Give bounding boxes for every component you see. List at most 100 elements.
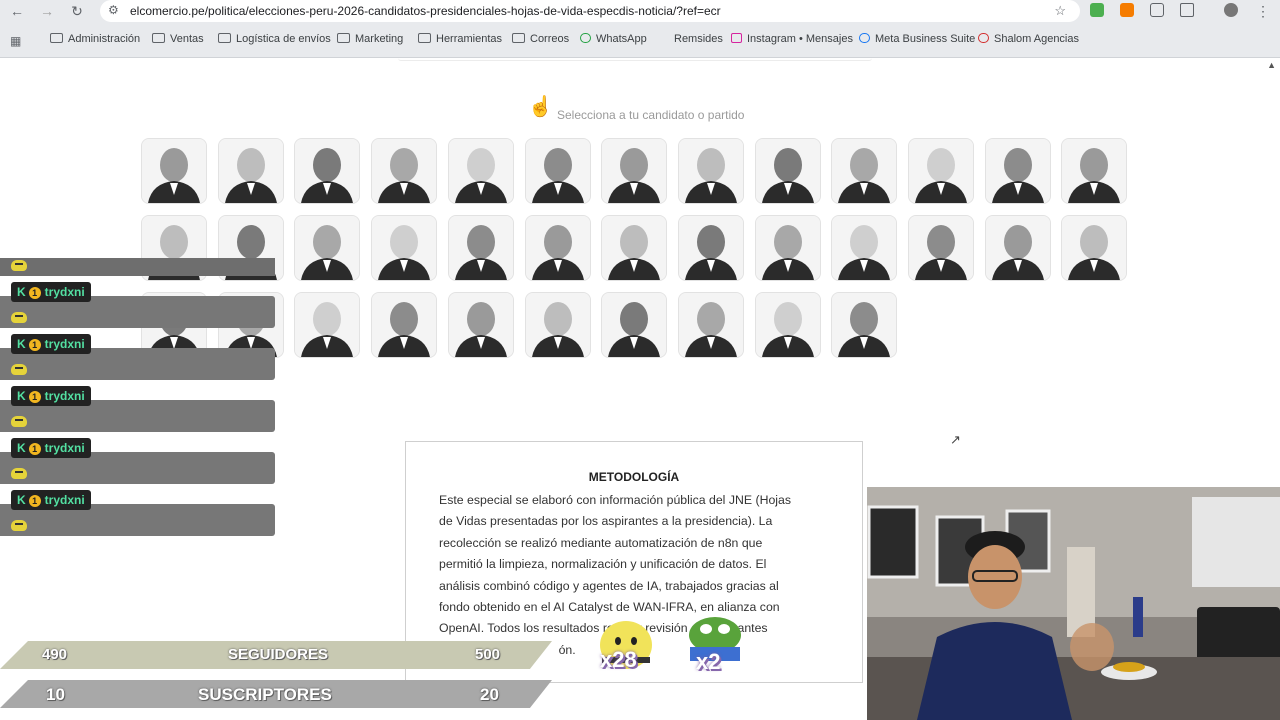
candidate-portrait (909, 216, 973, 280)
candidate-photo[interactable] (448, 138, 514, 204)
bookmark-meta[interactable]: Meta Business Suite (859, 33, 975, 45)
methodology-line: Este especial se elaboró con información… (439, 493, 792, 507)
extensions-puzzle-icon[interactable] (1150, 3, 1164, 17)
candidate-photo[interactable] (678, 292, 744, 358)
bookmark-shalom[interactable]: Shalom Agencias (978, 33, 1079, 45)
select-prompt-text: Selecciona a tu candidato o partido (557, 108, 745, 122)
candidate-photo[interactable] (448, 292, 514, 358)
candidate-photo[interactable] (678, 215, 744, 281)
bookmark-herramientas[interactable]: Herramientas (418, 33, 502, 45)
chat-username-badge: K 1 trydxni (11, 438, 91, 458)
candidate-photo[interactable] (755, 138, 821, 204)
candidate-photo[interactable] (908, 138, 974, 204)
scroll-up-arrow-icon[interactable]: ▲ (1267, 60, 1276, 70)
menu-icon[interactable]: ⋮ (1254, 2, 1272, 20)
candidate-photo[interactable] (525, 138, 591, 204)
candidate-photo[interactable] (294, 215, 360, 281)
candidate-portrait (295, 216, 359, 280)
bookmark-label: Meta Business Suite (875, 33, 976, 45)
page-content: ▲ ☝ Selecciona a tu candidato o partido … (0, 58, 1280, 720)
bookmark-correos[interactable]: Correos (512, 33, 569, 45)
bookmark-administracion[interactable]: Administración (50, 33, 140, 45)
bookmark-ventas[interactable]: Ventas (152, 33, 204, 45)
folder-icon (152, 33, 165, 43)
methodology-line: análisis combinó código y agentes de IA,… (439, 578, 779, 593)
bookmark-marketing[interactable]: Marketing (337, 33, 403, 45)
candidate-photo[interactable] (294, 292, 360, 358)
bookmark-label: WhatsApp (596, 33, 647, 45)
candidate-photo[interactable] (831, 138, 897, 204)
candidate-photo[interactable] (755, 215, 821, 281)
candidate-photo[interactable] (1061, 215, 1127, 281)
candidate-portrait (526, 216, 590, 280)
instagram-icon (731, 33, 742, 43)
candidate-photo[interactable] (678, 138, 744, 204)
candidate-photo[interactable] (755, 292, 821, 358)
candidate-portrait (449, 293, 513, 357)
chat-username: trydxni (44, 493, 85, 507)
bookmark-label: Logística de envíos (236, 33, 331, 45)
candidate-photo[interactable] (525, 215, 591, 281)
badge-coin-icon: 1 (28, 495, 41, 507)
bookmark-logistica[interactable]: Logística de envíos (218, 33, 331, 45)
emote-icon (11, 260, 27, 271)
hand-pointer-icon: ☝ (528, 96, 553, 118)
bookmark-whatsapp[interactable]: WhatsApp (580, 33, 647, 45)
candidate-photo[interactable] (371, 138, 437, 204)
site-info-icon[interactable]: ⚙ (108, 3, 119, 17)
bookmark-remsides[interactable]: Remsides (658, 33, 723, 45)
emote-icon (11, 520, 27, 531)
candidate-photo[interactable] (831, 292, 897, 358)
remsides-icon (658, 33, 669, 43)
candidate-photo[interactable] (601, 215, 667, 281)
extension-sheets-icon[interactable] (1090, 3, 1104, 17)
candidate-portrait (526, 139, 590, 203)
folder-icon (50, 33, 63, 43)
candidate-photo[interactable] (371, 292, 437, 358)
folder-icon (512, 33, 525, 43)
subscribers-current: 10 (46, 685, 65, 704)
candidate-portrait (1062, 216, 1126, 280)
candidate-photo[interactable] (448, 215, 514, 281)
chat-username: trydxni (44, 441, 85, 455)
badge-k-icon: K (17, 389, 26, 403)
candidate-portrait (142, 139, 206, 203)
candidate-photo[interactable] (601, 292, 667, 358)
candidate-portrait (526, 293, 590, 357)
bookmark-label: Ventas (170, 33, 204, 45)
candidate-photo[interactable] (601, 138, 667, 204)
candidate-photo[interactable] (985, 215, 1051, 281)
bookmark-star-icon[interactable]: ☆ (1054, 3, 1066, 19)
candidate-portrait (679, 216, 743, 280)
candidate-photo[interactable] (294, 138, 360, 204)
candidate-photo[interactable] (218, 138, 284, 204)
candidate-photo[interactable] (371, 215, 437, 281)
bookmark-instagram[interactable]: Instagram • Mensajes (731, 33, 853, 45)
address-bar[interactable]: ⚙ elcomercio.pe/politica/elecciones-peru… (100, 0, 1080, 22)
candidate-portrait (909, 139, 973, 203)
chat-username: trydxni (44, 389, 85, 403)
sticker-bee: x28 (596, 613, 656, 678)
folder-icon (337, 33, 350, 43)
folder-icon (218, 33, 231, 43)
badge-k-icon: K (17, 337, 26, 351)
bookmark-label: Administración (68, 33, 141, 45)
candidate-photo[interactable] (525, 292, 591, 358)
candidate-photo[interactable] (831, 215, 897, 281)
candidate-portrait (986, 139, 1050, 203)
candidate-photo[interactable] (1061, 138, 1127, 204)
sidepanel-icon[interactable] (1180, 3, 1194, 17)
extension-zapier-icon[interactable] (1120, 3, 1134, 17)
candidate-photo[interactable] (141, 138, 207, 204)
reload-icon[interactable]: ↻ (68, 2, 86, 20)
sticker-count: x2 (696, 649, 721, 674)
candidate-portrait (679, 139, 743, 203)
candidate-photo[interactable] (985, 138, 1051, 204)
url-text: elcomercio.pe/politica/elecciones-peru-2… (130, 4, 721, 18)
chat-username: trydxni (44, 337, 85, 351)
apps-grid-icon[interactable]: ▦ (10, 34, 21, 48)
back-icon[interactable]: ← (8, 2, 26, 20)
profile-avatar[interactable] (1224, 3, 1238, 17)
candidate-photo[interactable] (908, 215, 974, 281)
forward-icon[interactable]: → (38, 2, 56, 20)
